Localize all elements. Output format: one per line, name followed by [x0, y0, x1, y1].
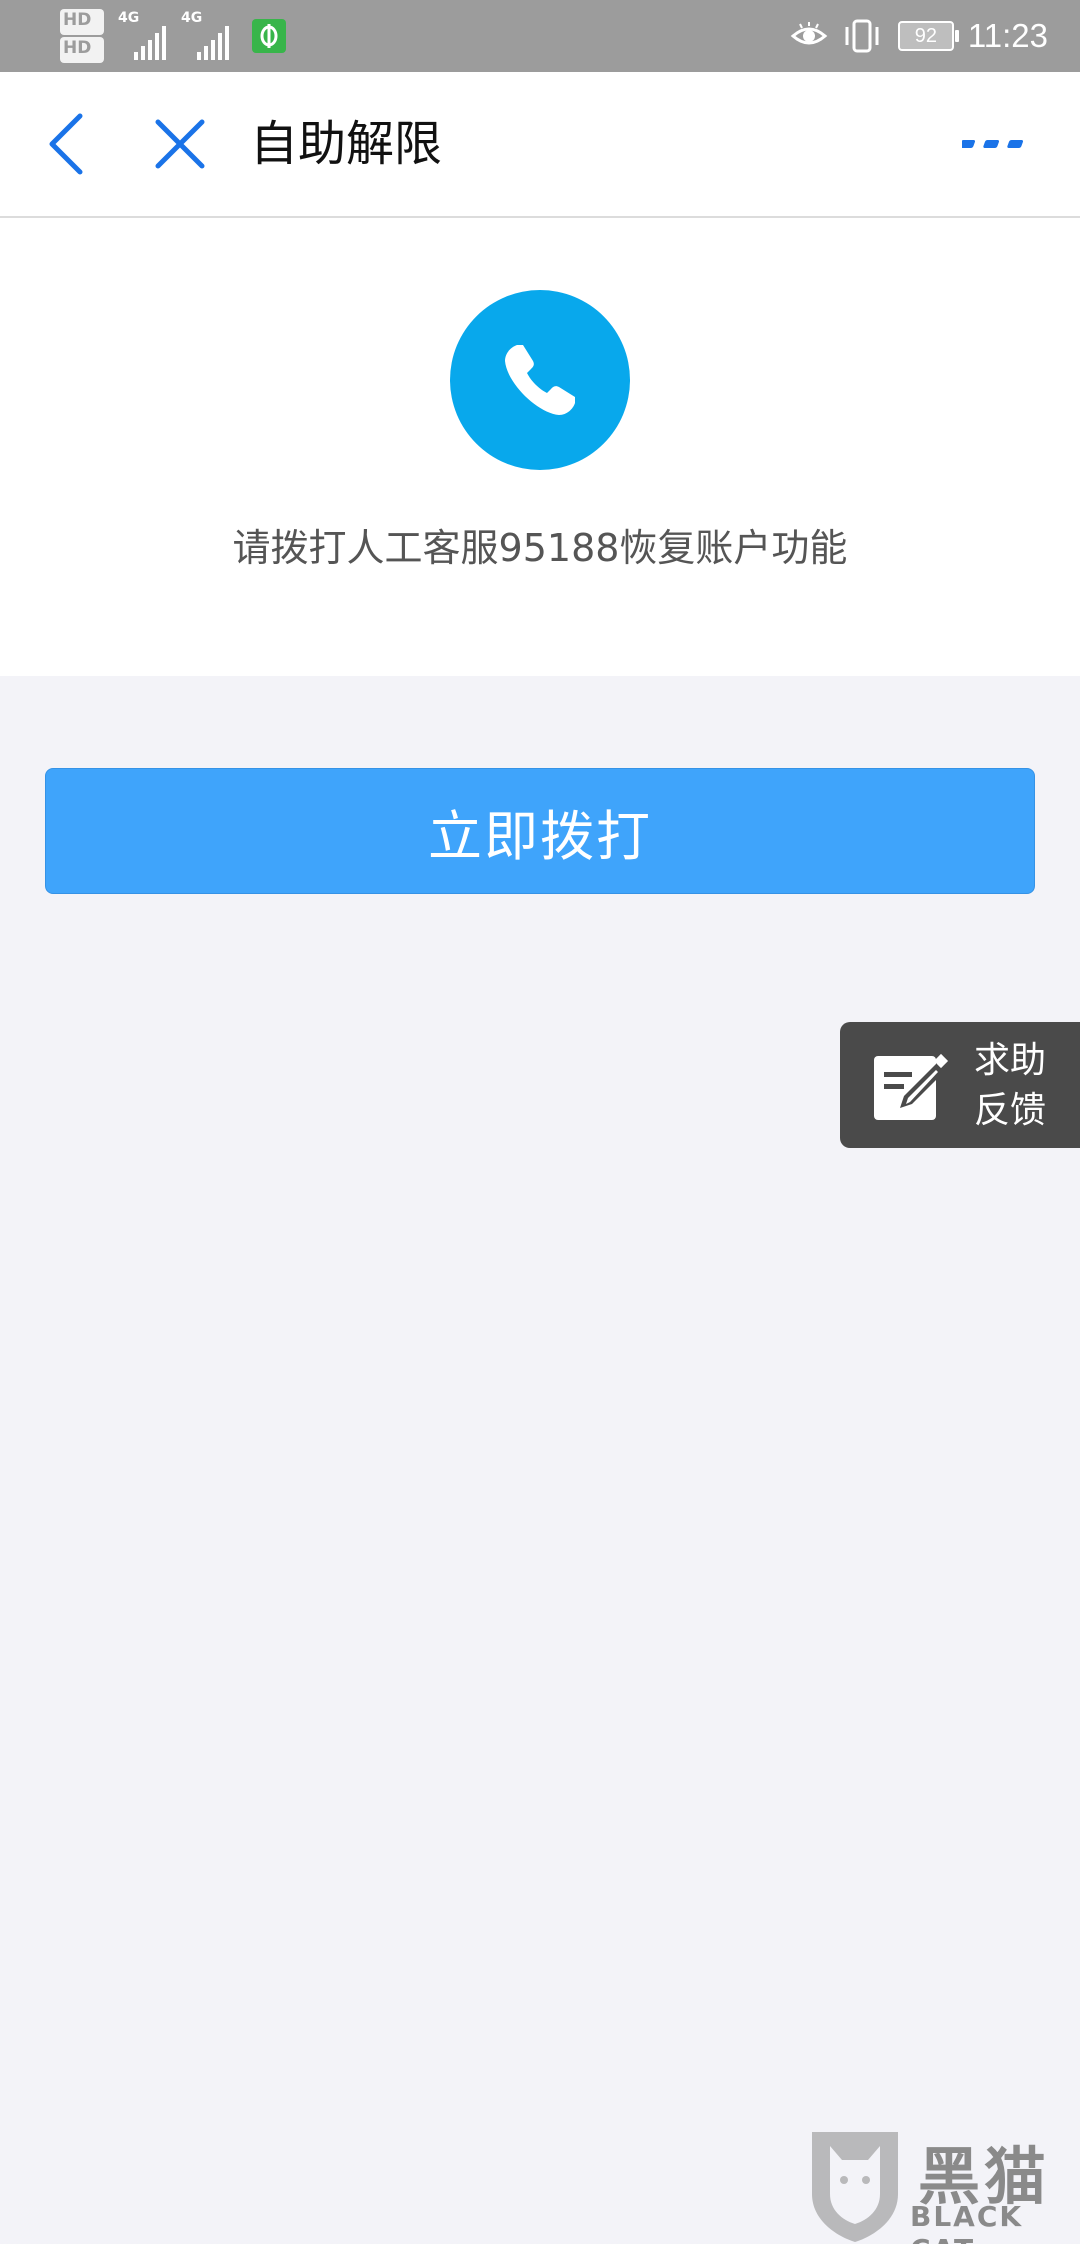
- page-title: 自助解限: [250, 116, 443, 172]
- help-feedback-button[interactable]: 求助 反馈: [840, 1022, 1080, 1148]
- close-icon: [155, 119, 205, 169]
- more-dots-icon: [959, 140, 1024, 148]
- close-button[interactable]: [148, 112, 212, 176]
- call-now-button[interactable]: 立即拨打: [45, 768, 1035, 894]
- feedback-label: 求助 反馈: [974, 1036, 1064, 1136]
- network-type-2: 4G: [181, 10, 203, 26]
- battery-level: 92: [914, 24, 937, 47]
- status-left: HD 1 HD 2 4G 4G: [60, 8, 286, 64]
- signal-bars-icon: [134, 26, 169, 60]
- wechat-notification-icon: [252, 19, 286, 53]
- network-type-1: 4G: [118, 10, 140, 26]
- status-bar: HD 1 HD 2 4G 4G 92 11:23: [0, 0, 1080, 72]
- nav-bar: 自助解限: [0, 72, 1080, 218]
- watermark-text-en: BLACK CAT: [910, 2200, 1024, 2244]
- info-card: 请拨打人工客服95188恢复账户功能: [0, 218, 1080, 676]
- signal-sim1: 4G: [118, 10, 169, 60]
- sim1-hd-badge: HD 1: [60, 9, 104, 35]
- signal-sim2: 4G: [181, 10, 232, 60]
- signal-bars-icon: [197, 26, 232, 60]
- more-button[interactable]: [959, 128, 1032, 158]
- feedback-label-line1: 求助: [974, 1040, 1047, 1081]
- chevron-left-icon: [49, 113, 83, 175]
- eye-comfort-icon: [790, 22, 828, 45]
- feedback-label-line2: 反馈: [974, 1090, 1047, 1131]
- status-right: 92 11:23: [790, 0, 1048, 72]
- vibrate-icon: [845, 19, 879, 53]
- info-message: 请拨打人工客服95188恢复账户功能: [232, 526, 848, 570]
- sim2-hd-badge: HD 2: [60, 37, 104, 63]
- battery-icon: 92: [897, 21, 959, 51]
- screen: HD 1 HD 2 4G 4G 92 11:23 自助解限 请拨打人工客服951…: [0, 0, 1080, 2244]
- edit-note-icon: [874, 1053, 949, 1120]
- status-time: 11:23: [967, 17, 1048, 54]
- back-button[interactable]: [40, 108, 100, 180]
- phone-icon: [450, 290, 630, 470]
- sim-badges: HD 1 HD 2: [60, 8, 104, 64]
